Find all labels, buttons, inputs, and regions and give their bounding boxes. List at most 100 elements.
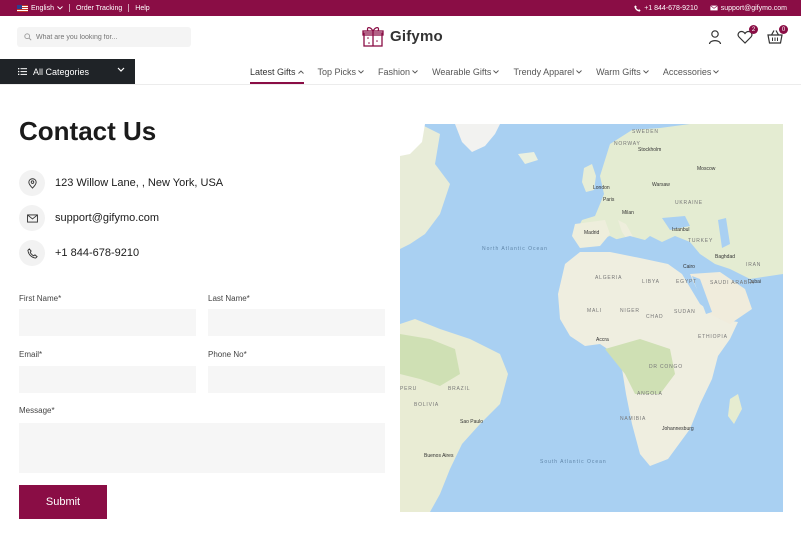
country-label: BRAZIL <box>448 386 471 392</box>
country-label: IRAN <box>746 262 762 268</box>
phone-icon <box>19 240 45 266</box>
chevron-down-icon <box>713 69 720 74</box>
wishlist-button[interactable]: 2 <box>737 25 758 45</box>
city-label: Accra <box>596 337 609 343</box>
country-label: NIGER <box>620 308 640 314</box>
chevron-down-icon <box>642 69 649 74</box>
gift-logo-icon <box>362 27 384 47</box>
contact-address: 123 Willow Lane, , New York, USA <box>19 170 223 196</box>
top-email-text: support@gifymo.com <box>720 4 787 12</box>
all-categories-label: All Categories <box>33 66 90 77</box>
first-name-label: First Name* <box>19 294 62 303</box>
nav-item-top-picks[interactable]: Top Picks <box>318 59 365 84</box>
page-title: Contact Us <box>19 116 157 146</box>
nav-item-label: Fashion <box>378 66 411 77</box>
country-label: TURKEY <box>688 238 714 244</box>
city-label: Johannesburg <box>662 426 694 432</box>
country-label: UKRAINE <box>675 200 703 206</box>
nav-item-fashion[interactable]: Fashion <box>378 59 418 84</box>
nav-item-label: Warm Gifts <box>596 66 641 77</box>
all-categories-button[interactable]: All Categories <box>0 59 135 84</box>
search-icon <box>24 33 32 41</box>
chevron-down-icon <box>412 69 418 74</box>
location-icon <box>19 170 45 196</box>
list-icon <box>18 68 27 75</box>
contact-phone[interactable]: +1 844-678-9210 <box>19 240 139 266</box>
search-bar[interactable] <box>17 27 191 47</box>
contact-email[interactable]: support@gifymo.com <box>19 205 159 231</box>
message-label: Message* <box>19 406 55 415</box>
last-name-field[interactable] <box>208 309 385 336</box>
country-label: SAUDI ARABIA <box>710 280 755 286</box>
account-button[interactable] <box>707 29 723 45</box>
submit-button[interactable]: Submit <box>19 485 107 519</box>
city-label: London <box>593 185 610 191</box>
nav-item-accessories[interactable]: Accessories <box>663 59 720 84</box>
city-label: Milan <box>622 210 634 216</box>
ocean-label: North Atlantic Ocean <box>482 246 548 252</box>
city-label: Warsaw <box>652 182 670 188</box>
top-phone-link[interactable]: +1 844-678-9210 <box>634 5 698 12</box>
message-field[interactable] <box>19 423 385 473</box>
nav-item-label: Wearable Gifts <box>432 66 492 77</box>
logo[interactable]: Gifymo <box>361 24 443 48</box>
language-selector[interactable]: English <box>17 4 63 12</box>
country-label: SUDAN <box>674 309 696 315</box>
city-label: Baghdad <box>715 254 736 260</box>
email-field[interactable] <box>19 366 196 393</box>
city-label: Cairo <box>683 264 695 270</box>
language-label: English <box>31 4 54 12</box>
chevron-down-icon <box>57 6 63 10</box>
nav-item-warm-gifts[interactable]: Warm Gifts <box>596 59 649 84</box>
user-icon <box>708 30 722 45</box>
last-name-label: Last Name* <box>208 294 250 303</box>
us-flag-icon <box>17 4 28 12</box>
email-text: support@gifymo.com <box>55 212 160 224</box>
chevron-down-icon <box>358 69 364 74</box>
phone-text: +1 844-678-9210 <box>55 247 140 259</box>
top-phone-text: +1 844-678-9210 <box>644 4 698 12</box>
top-bar-left: English Order Tracking Help <box>17 0 150 16</box>
main-nav: Latest Gifts Top Picks Fashion Wearable … <box>250 59 733 84</box>
phone-field[interactable] <box>208 366 385 393</box>
nav-item-label: Latest Gifts <box>250 66 296 77</box>
country-label: NAMIBIA <box>620 416 647 422</box>
mail-icon <box>709 5 718 11</box>
nav-item-latest-gifts[interactable]: Latest Gifts <box>250 59 304 84</box>
country-label: BOLIVIA <box>414 402 440 408</box>
country-label: CHAD <box>646 314 664 320</box>
chevron-down-icon <box>117 67 125 72</box>
phone-label: Phone No* <box>208 350 247 359</box>
order-tracking-link[interactable]: Order Tracking <box>76 5 122 12</box>
city-label: Moscow <box>697 166 716 172</box>
search-input[interactable] <box>36 33 186 41</box>
nav-item-wearable-gifts[interactable]: Wearable Gifts <box>432 59 500 84</box>
nav-item-label: Accessories <box>662 66 712 77</box>
phone-icon <box>634 4 641 12</box>
top-email-link[interactable]: support@gifymo.com <box>709 4 787 12</box>
divider <box>68 4 70 12</box>
help-link[interactable]: Help <box>135 5 149 12</box>
country-label: MALI <box>587 308 602 314</box>
first-name-field[interactable] <box>19 309 196 336</box>
map-graphic <box>400 124 783 512</box>
chevron-down-icon <box>576 69 582 74</box>
nav-item-label: Top Picks <box>317 66 357 77</box>
top-bar-right: +1 844-678-9210 support@gifymo.com <box>634 0 787 16</box>
city-label: Sao Paulo <box>460 419 484 425</box>
header-actions: 2 0 <box>707 25 788 45</box>
country-label: LIBYA <box>642 279 660 285</box>
city-label: Madrid <box>584 230 600 236</box>
country-label: ETHIOPIA <box>698 334 728 340</box>
nav-divider <box>0 84 801 85</box>
city-label: Buenos Aires <box>424 453 454 459</box>
top-bar: English Order Tracking Help +1 844-678-9… <box>0 0 801 16</box>
address-text: 123 Willow Lane, , New York, USA <box>55 177 224 189</box>
nav-item-trendy-apparel[interactable]: Trendy Apparel <box>513 59 582 84</box>
ocean-label: South Atlantic Ocean <box>540 459 607 465</box>
country-label: EGYPT <box>676 279 697 285</box>
location-map[interactable]: North Atlantic Ocean South Atlantic Ocea… <box>400 124 783 512</box>
cart-button[interactable]: 0 <box>767 25 788 45</box>
country-label: ANGOLA <box>637 391 663 397</box>
mail-icon <box>19 205 45 231</box>
